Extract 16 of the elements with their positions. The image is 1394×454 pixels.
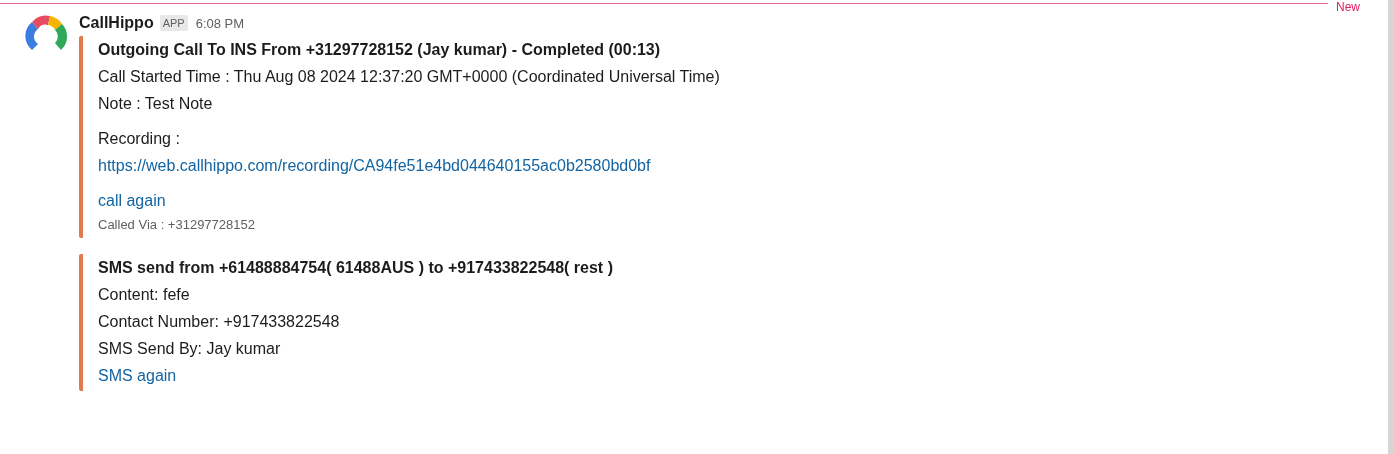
field-text: Contact Number: +917433822548: [98, 312, 341, 332]
action-link[interactable]: call again: [98, 192, 166, 209]
field-text: Note : Test Note: [98, 94, 214, 114]
new-divider-label: New: [1335, 0, 1361, 14]
app-badge: APP: [159, 15, 188, 31]
sender-name[interactable]: CallHippo: [79, 14, 154, 32]
attachment-title: SMS send from +61488884754( 61488AUS ) to +917433822548( rest ): [98, 258, 614, 278]
link[interactable]: https://web.callhippo.com/recording/CA94fe51e4bd044640155ac0b2580bd0bf: [98, 157, 651, 174]
timestamp[interactable]: 6:08 PM: [195, 15, 245, 31]
link[interactable]: SMS again: [98, 367, 177, 384]
field-text: Call Started Time : Thu Aug 08 2024 12:37:20 GMT+0000 (Coordinated Universal Time): [98, 67, 721, 87]
footer-text: Called Via : +31297728152: [98, 216, 256, 234]
field-label: Recording :: [98, 129, 181, 149]
attachment-title: Outgoing Call To INS From +31297728152 (Jay kumar) - Completed (00:13): [98, 40, 662, 60]
field-text: SMS Send By: Jay kumar: [98, 339, 282, 359]
field-text: Content: fefe: [98, 285, 191, 305]
